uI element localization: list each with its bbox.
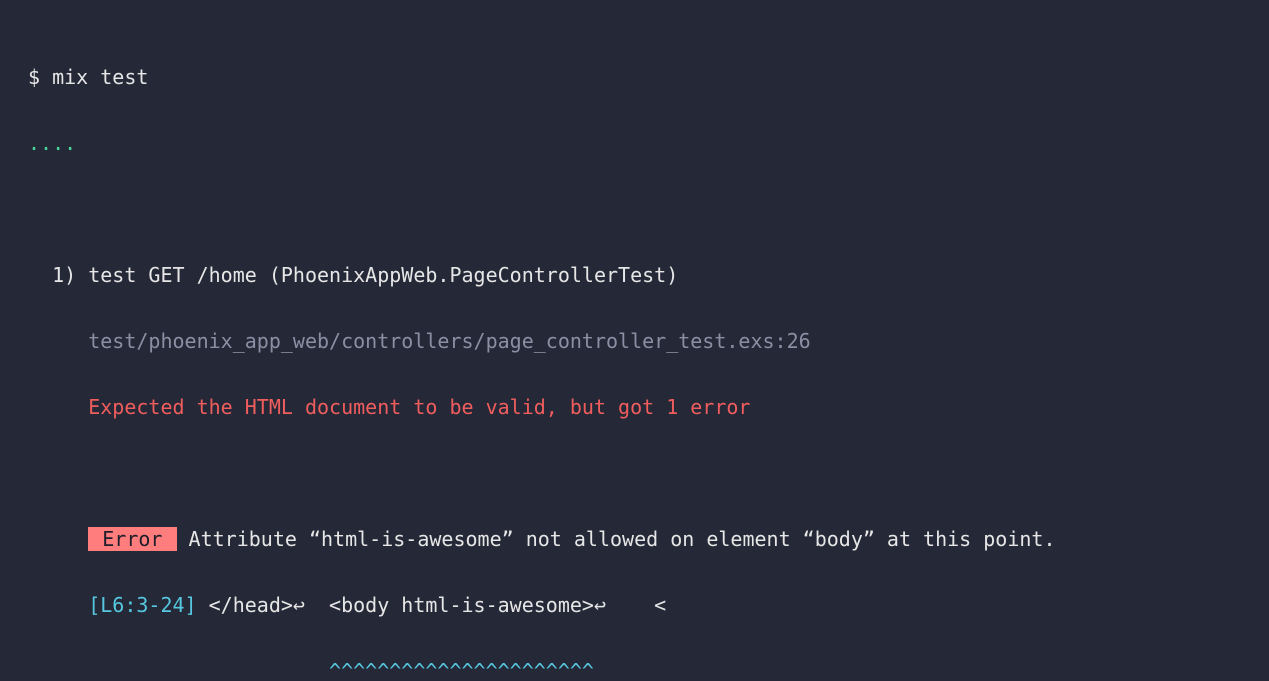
indent bbox=[28, 659, 88, 681]
blank-line bbox=[28, 193, 1241, 226]
error-badge: Error bbox=[88, 527, 176, 551]
test-title: test GET /home (PhoenixAppWeb.PageContro… bbox=[88, 263, 678, 287]
indent bbox=[28, 395, 88, 419]
caret-line: ^^^^^^^^^^^^^^^^^^^^^^ bbox=[28, 655, 1241, 681]
caret-prefix bbox=[88, 659, 329, 681]
location-tag: [L6:3-24] bbox=[88, 593, 196, 617]
file-location: test/phoenix_app_web/controllers/page_co… bbox=[88, 329, 810, 353]
test-index: 1) bbox=[52, 263, 88, 287]
expectation-line: Expected the HTML document to be valid, … bbox=[28, 391, 1241, 424]
terminal-output: $ mix test .... 1) test GET /home (Phoen… bbox=[0, 0, 1269, 681]
caret-underline: ^^^^^^^^^^^^^^^^^^^^^^ bbox=[329, 659, 594, 681]
test-file-line: test/phoenix_app_web/controllers/page_co… bbox=[28, 325, 1241, 358]
indent bbox=[28, 329, 88, 353]
location-context-line: [L6:3-24] </head>↩ <body html-is-awesome… bbox=[28, 589, 1241, 622]
prompt-symbol: $ bbox=[28, 65, 52, 89]
indent bbox=[28, 263, 52, 287]
progress-dots: .... bbox=[28, 127, 1241, 160]
test-header: 1) test GET /home (PhoenixAppWeb.PageCon… bbox=[28, 259, 1241, 292]
command-line: $ mix test bbox=[28, 61, 1241, 94]
command-text: mix test bbox=[52, 65, 148, 89]
location-context: </head>↩ <body html-is-awesome>↩ < bbox=[197, 593, 667, 617]
blank-line bbox=[28, 457, 1241, 490]
error-line: Error Attribute “html-is-awesome” not al… bbox=[28, 523, 1241, 556]
expectation-text: Expected the HTML document to be valid, … bbox=[88, 395, 750, 419]
indent bbox=[28, 593, 88, 617]
error-message: Attribute “html-is-awesome” not allowed … bbox=[177, 527, 1056, 551]
indent bbox=[28, 527, 88, 551]
